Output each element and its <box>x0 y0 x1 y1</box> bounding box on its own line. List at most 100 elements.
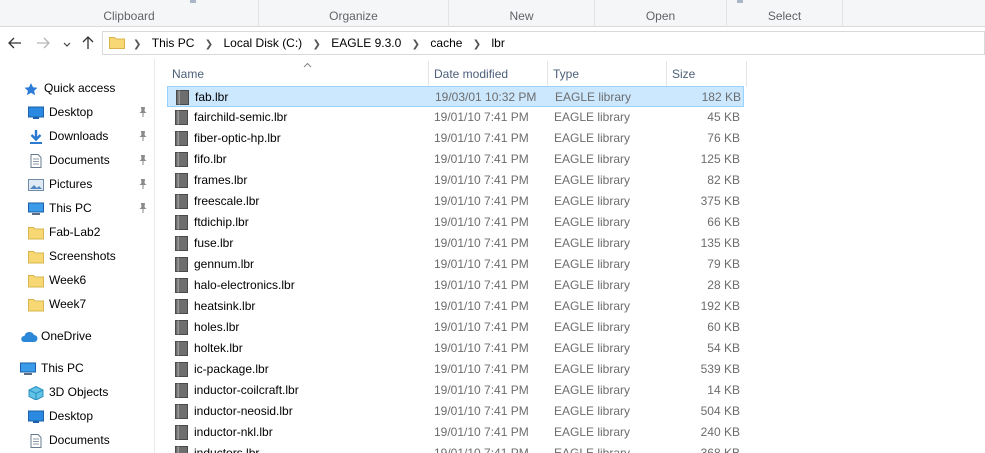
nav-item-label: OneDrive <box>41 329 92 343</box>
file-size: 539 KB <box>700 362 740 376</box>
breadcrumb-local-disk[interactable]: Local Disk (C:) <box>224 32 303 54</box>
file-row[interactable]: fiber-optic-hp.lbr 19/01/10 7:41 PM EAGLE … <box>167 128 744 149</box>
file-name: frames.lbr <box>194 173 248 187</box>
eagle-library-file-icon <box>175 110 188 125</box>
nav-item-onedrive[interactable]: OneDrive <box>20 325 150 347</box>
up-arrow-icon <box>82 36 94 49</box>
file-type: EAGLE library <box>554 152 631 166</box>
nav-item-desktop[interactable]: Desktop <box>28 101 150 123</box>
forward-button[interactable] <box>34 33 52 53</box>
file-row[interactable]: heatsink.lbr 19/01/10 7:41 PM EAGLE librar… <box>167 296 744 317</box>
file-row[interactable]: ftdichip.lbr 19/01/10 7:41 PM EAGLE librar… <box>167 212 744 233</box>
file-row[interactable]: fab.lbr 19/03/01 10:32 PM EAGLE library 182… <box>167 86 744 107</box>
file-row[interactable]: inductor-coilcraft.lbr 19/01/10 7:41 PM EA… <box>167 380 744 401</box>
file-type: EAGLE library <box>555 90 632 104</box>
column-header-size[interactable]: Size <box>667 61 747 87</box>
ribbon-group-label: New <box>509 9 534 23</box>
breadcrumb-lbr[interactable]: lbr <box>492 32 505 54</box>
breadcrumb-separator-icon[interactable]: ❯ <box>205 34 213 56</box>
navigation-pane: Quick access Desktop Downloads Documents Pic… <box>0 59 155 453</box>
pin-icon[interactable] <box>138 154 148 166</box>
file-date-modified: 19/01/10 7:41 PM <box>434 236 529 250</box>
nav-item-this-pc[interactable]: This PC <box>28 197 150 219</box>
file-row[interactable]: halo-electronics.lbr 19/01/10 7:41 PM EAGL… <box>167 275 744 296</box>
file-date-modified: 19/01/10 7:41 PM <box>434 194 529 208</box>
file-name: inductor-coilcraft.lbr <box>194 383 299 397</box>
file-row[interactable]: fuse.lbr 19/01/10 7:41 PM EAGLE library 135… <box>167 233 744 254</box>
file-row[interactable]: fairchild-semic.lbr 19/01/10 7:41 PM EAGLE… <box>167 107 744 128</box>
file-name: halo-electronics.lbr <box>194 278 295 292</box>
file-row[interactable]: inductors.lbr 19/01/10 7:41 PM EAGLE libra… <box>167 443 744 453</box>
breadcrumb-cache[interactable]: cache <box>430 32 462 54</box>
file-size: 375 KB <box>700 194 740 208</box>
nav-item-pictures[interactable]: Pictures <box>28 173 150 195</box>
nav-item-label: Downloads <box>49 129 109 143</box>
nav-item-label: 3D Objects <box>49 385 109 399</box>
file-date-modified: 19/01/10 7:41 PM <box>434 425 529 439</box>
file-row[interactable]: fifo.lbr 19/01/10 7:41 PM EAGLE library 125… <box>167 149 744 170</box>
column-header-date-modified[interactable]: Date modified <box>429 61 548 87</box>
nav-item-label: This PC <box>41 361 84 375</box>
ribbon-group-label: Organize <box>329 9 378 23</box>
back-button[interactable] <box>6 33 24 53</box>
ribbon-group-select: Select <box>727 0 843 27</box>
nav-item-this-pc[interactable]: This PC <box>20 357 150 379</box>
nav-item-quick-access[interactable]: Quick access <box>23 77 150 99</box>
file-row[interactable]: ic-package.lbr 19/01/10 7:41 PM EAGLE libr… <box>167 359 744 380</box>
pin-icon[interactable] <box>138 178 148 190</box>
pin-icon[interactable] <box>138 202 148 214</box>
file-type: EAGLE library <box>554 446 631 453</box>
file-size: 60 KB <box>707 320 740 334</box>
file-row[interactable]: holtek.lbr 19/01/10 7:41 PM EAGLE library 5… <box>167 338 744 359</box>
nav-item-3d-objects[interactable]: 3D Objects <box>28 381 150 403</box>
column-header-type[interactable]: Type <box>548 61 667 87</box>
nav-item-screenshots[interactable]: Screenshots <box>28 245 150 267</box>
download-icon <box>28 129 44 144</box>
file-size: 82 KB <box>707 173 740 187</box>
file-type: EAGLE library <box>554 320 631 334</box>
file-size: 45 KB <box>707 110 740 124</box>
up-button[interactable] <box>79 33 97 53</box>
file-name: inductor-nkl.lbr <box>194 425 273 439</box>
ribbon-group-label: Clipboard <box>103 9 155 23</box>
file-row[interactable]: inductor-nkl.lbr 19/01/10 7:41 PM EAGLE li… <box>167 422 744 443</box>
file-row[interactable]: gennum.lbr 19/01/10 7:41 PM EAGLE library 7… <box>167 254 744 275</box>
file-row[interactable]: freescale.lbr 19/01/10 7:41 PM EAGLE libra… <box>167 191 744 212</box>
column-header-label: Date modified <box>434 67 509 81</box>
nav-item-documents[interactable]: Documents <box>28 149 150 171</box>
ribbon-group-new: New <box>449 0 595 27</box>
nav-item-label: Desktop <box>49 105 94 119</box>
address-bar[interactable]: ❯ This PC ❯ Local Disk (C:) ❯ EAGLE 9.3.… <box>102 31 985 55</box>
breadcrumb-separator-icon[interactable]: ❯ <box>313 34 321 56</box>
file-size: 79 KB <box>707 257 740 271</box>
file-date-modified: 19/01/10 7:41 PM <box>434 299 529 313</box>
pin-icon[interactable] <box>138 130 148 142</box>
nav-item-week7[interactable]: Week7 <box>28 293 150 315</box>
file-row[interactable]: frames.lbr 19/01/10 7:41 PM EAGLE library 8… <box>167 170 744 191</box>
nav-item-label: Quick access <box>44 81 116 95</box>
nav-item-fab-lab2[interactable]: Fab-Lab2 <box>28 221 150 243</box>
recent-locations-button[interactable] <box>60 33 74 53</box>
nav-item-documents[interactable]: Documents <box>28 429 150 451</box>
file-size: 28 KB <box>707 278 740 292</box>
file-row[interactable]: holes.lbr 19/01/10 7:41 PM EAGLE library 60… <box>167 317 744 338</box>
breadcrumb-separator-icon[interactable]: ❯ <box>473 34 481 56</box>
file-size: 504 KB <box>700 404 740 418</box>
nav-item-desktop[interactable]: Desktop <box>28 405 150 427</box>
nav-item-week6[interactable]: Week6 <box>28 269 150 291</box>
nav-item-downloads[interactable]: Downloads <box>28 125 150 147</box>
breadcrumb-this-pc[interactable]: This PC <box>152 32 195 54</box>
column-header-name[interactable]: Name <box>167 61 429 87</box>
file-date-modified: 19/01/10 7:41 PM <box>434 320 529 334</box>
eagle-library-file-icon <box>175 299 188 314</box>
file-date-modified: 19/01/10 7:41 PM <box>434 131 529 145</box>
file-date-modified: 19/01/10 7:41 PM <box>434 173 529 187</box>
breadcrumb-separator-icon[interactable]: ❯ <box>412 34 420 56</box>
pin-icon[interactable] <box>138 106 148 118</box>
chevron-down-icon <box>63 42 71 47</box>
file-size: 54 KB <box>707 341 740 355</box>
column-header-label: Type <box>553 67 580 81</box>
breadcrumb-eagle[interactable]: EAGLE 9.3.0 <box>331 32 401 54</box>
pictures-icon <box>28 177 44 191</box>
file-row[interactable]: inductor-neosid.lbr 19/01/10 7:41 PM EAGLE… <box>167 401 744 422</box>
